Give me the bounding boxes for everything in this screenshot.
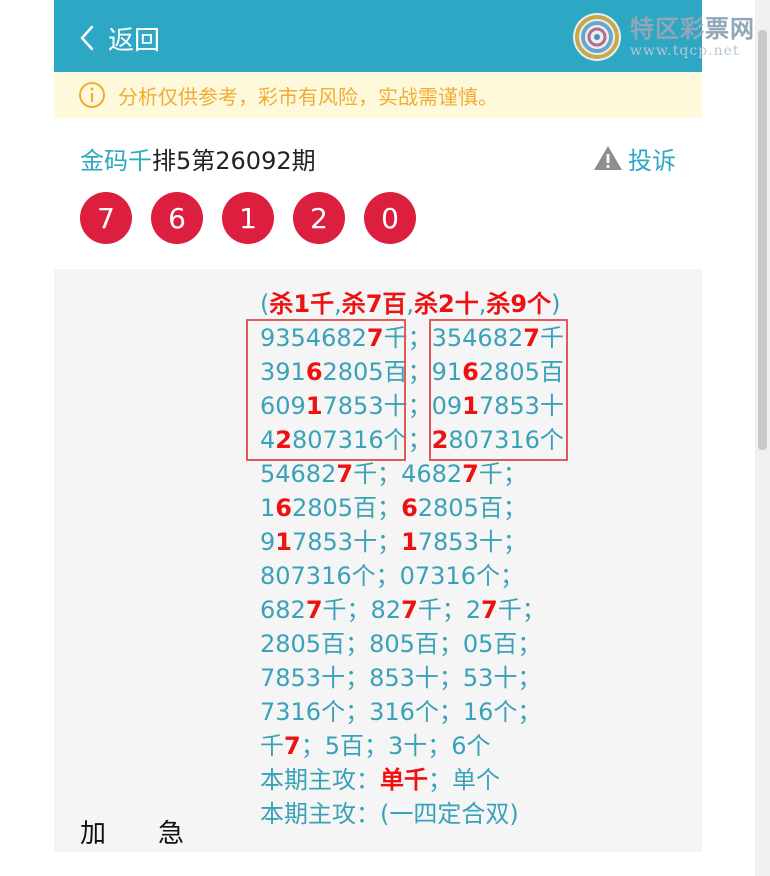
line-text: 7853十； bbox=[260, 664, 370, 692]
analysis-line: 本期主攻：单千；单个 bbox=[260, 763, 564, 797]
result-ball: 6 bbox=[151, 192, 203, 244]
logo-swirl-icon bbox=[573, 13, 621, 61]
line-text: , bbox=[406, 290, 415, 318]
analysis-line: 2805百；805百；05百； bbox=[260, 627, 564, 661]
line-text: 7853十； bbox=[417, 528, 527, 556]
highlight-digit: 7 bbox=[305, 596, 323, 624]
back-label: 返回 bbox=[108, 25, 161, 56]
line-text: 千； bbox=[497, 596, 546, 624]
highlight-digit: 杀9个 bbox=[486, 290, 552, 318]
complain-label: 投诉 bbox=[628, 146, 676, 175]
line-text: 千； bbox=[322, 596, 371, 624]
line-text: ( bbox=[260, 290, 270, 318]
chevron-left-icon bbox=[80, 25, 94, 51]
line-text: 1 bbox=[260, 494, 276, 522]
analysis-line: 千7；5百；3十；6个 bbox=[260, 729, 564, 763]
line-text: 9 bbox=[260, 528, 276, 556]
highlight-box-left bbox=[246, 319, 406, 461]
line-text: 3十； bbox=[387, 732, 452, 760]
result-ball: 1 bbox=[222, 192, 274, 244]
highlight-box-right bbox=[429, 319, 568, 461]
author-link[interactable]: 金码千 bbox=[80, 141, 152, 176]
highlight-digit: 7 bbox=[284, 732, 301, 760]
line-text: 682 bbox=[260, 596, 306, 624]
analysis-line: 807316个；07316个； bbox=[260, 559, 564, 593]
line-text: 千； bbox=[353, 460, 402, 488]
line-text: 853十； bbox=[369, 664, 463, 692]
analysis-line: 7316个；316个；16个； bbox=[260, 695, 564, 729]
line-text: 千； bbox=[417, 596, 466, 624]
line-text: 82 bbox=[370, 596, 402, 624]
line-text: ；单个 bbox=[428, 766, 500, 794]
line-text: 本期主攻： bbox=[260, 766, 380, 794]
issue-title: 排5第26092期 bbox=[152, 146, 316, 175]
line-text: 2 bbox=[465, 596, 482, 624]
highlight-digit: 7 bbox=[462, 460, 479, 488]
line-text: 2805百； bbox=[291, 494, 402, 522]
line-text: 07316个； bbox=[399, 562, 524, 590]
line-text: 本期主攻：(一四定合双) bbox=[260, 800, 519, 828]
analysis-line: 546827千；46827千； bbox=[260, 457, 564, 491]
highlight-digit: 杀1千 bbox=[269, 290, 335, 318]
back-button[interactable]: 返回 bbox=[78, 18, 160, 58]
line-text: 316个； bbox=[369, 698, 463, 726]
line-text: 千； bbox=[478, 460, 527, 488]
page: 返回 特区彩票网 www.tqcp.net 分析仅供参考，彩市有风险，实战需谨慎… bbox=[54, 0, 754, 876]
header-bar: 返回 特区彩票网 www.tqcp.net bbox=[54, 0, 754, 72]
line-text: 千 bbox=[260, 732, 284, 760]
highlight-digit: 杀7百 bbox=[341, 290, 407, 318]
line-text: 2805百； bbox=[260, 630, 370, 658]
result-balls: 7 6 1 2 0 bbox=[80, 192, 435, 244]
site-logo: 特区彩票网 www.tqcp.net bbox=[570, 8, 760, 66]
line-text: 53十； bbox=[462, 664, 542, 692]
line-text: 5百； bbox=[324, 732, 388, 760]
scroll-thumb[interactable] bbox=[758, 30, 767, 450]
analysis-line: 6827千；827千；27千； bbox=[260, 593, 564, 627]
warning-icon bbox=[594, 146, 622, 170]
line-text: 7853十； bbox=[291, 528, 402, 556]
notice-text: 分析仅供参考，彩市有风险，实战需谨慎。 bbox=[118, 84, 498, 109]
highlight-digit: 1 bbox=[401, 528, 418, 556]
analysis-line: 本期主攻：(一四定合双) bbox=[260, 797, 564, 831]
line-text: 54682 bbox=[260, 460, 337, 488]
line-text: 2805百； bbox=[417, 494, 527, 522]
highlight-digit: 7 bbox=[401, 596, 418, 624]
highlight-digit: 7 bbox=[336, 460, 354, 488]
logo-title: 特区彩票网 bbox=[630, 15, 755, 43]
complain-button[interactable]: 投诉 bbox=[592, 138, 676, 178]
highlight-digit: 杀2十 bbox=[414, 290, 479, 318]
result-ball: 7 bbox=[80, 192, 132, 244]
highlight-digit: 7 bbox=[481, 596, 498, 624]
line-text: 16个； bbox=[462, 698, 542, 726]
line-text: 807316个； bbox=[260, 562, 400, 590]
line-text: 805百； bbox=[369, 630, 463, 658]
logo-url: www.tqcp.net bbox=[630, 43, 740, 59]
line-text: , bbox=[334, 290, 342, 318]
row-label: 加急 bbox=[80, 813, 184, 850]
highlight-digit: 6 bbox=[275, 494, 292, 522]
scrollbar[interactable] bbox=[755, 0, 770, 876]
row-label-char: 急 bbox=[158, 819, 185, 849]
line-text: 05百； bbox=[462, 630, 542, 658]
line-text: 4682 bbox=[401, 460, 463, 488]
line-text: ； bbox=[300, 732, 325, 760]
risk-notice: 分析仅供参考，彩市有风险，实战需谨慎。 bbox=[54, 72, 702, 118]
analysis-line: 162805百；62805百； bbox=[260, 491, 564, 525]
row-label-char: 加 bbox=[80, 819, 107, 849]
result-ball: 0 bbox=[364, 192, 416, 244]
info-icon bbox=[79, 82, 105, 108]
line-text: 6个 bbox=[451, 732, 491, 760]
highlight-digit: 6 bbox=[401, 494, 418, 522]
highlight-digit: 1 bbox=[275, 528, 292, 556]
analysis-panel: 加急 (杀1千,杀7百,杀2十,杀9个) 93546827千；3546827千 39… bbox=[54, 269, 702, 852]
result-ball: 2 bbox=[293, 192, 345, 244]
line-text: 7316个； bbox=[260, 698, 370, 726]
line-text: ) bbox=[551, 290, 561, 318]
highlight-digit: 单千 bbox=[380, 766, 428, 794]
analysis-line: (杀1千,杀7百,杀2十,杀9个) bbox=[260, 287, 564, 321]
analysis-line: 7853十；853十；53十； bbox=[260, 661, 564, 695]
analysis-line: 917853十；17853十； bbox=[260, 525, 564, 559]
page-title: 金码千 排5第26092期 bbox=[80, 138, 316, 178]
